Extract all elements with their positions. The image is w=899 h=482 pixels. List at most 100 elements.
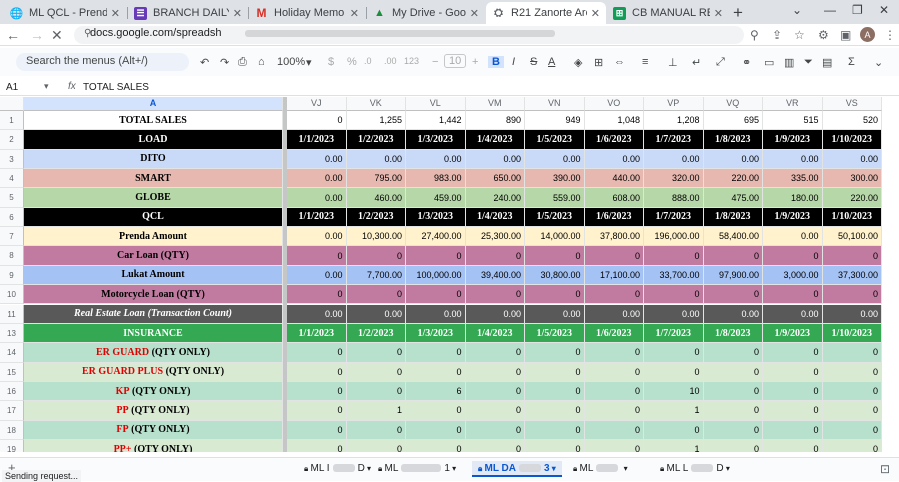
row-header[interactable]: 17 (0, 401, 24, 421)
browser-tab[interactable]: ▲ My Drive - Google Dr ✕ (367, 2, 485, 24)
data-cell[interactable]: 0 (763, 362, 823, 382)
row-header[interactable]: 1 (0, 111, 24, 131)
data-cell[interactable]: 1/1/2023 (287, 207, 347, 228)
data-cell[interactable]: 0.00 (287, 227, 347, 247)
data-cell[interactable]: 1/2/2023 (346, 207, 406, 228)
row-header[interactable]: 10 (0, 285, 24, 305)
zoom-select[interactable]: 100% (277, 56, 305, 68)
column-header[interactable]: VO (584, 97, 644, 111)
chevron-down-icon[interactable]: ▾ (550, 464, 556, 473)
data-cell[interactable]: 1/5/2023 (525, 130, 585, 150)
data-cell[interactable]: 220.00 (822, 188, 882, 208)
sheet-tab[interactable]: 🔒︎ ML 1 ▾ (378, 463, 456, 474)
data-cell[interactable]: 0.00 (406, 304, 466, 324)
data-cell[interactable]: 0 (763, 401, 823, 421)
data-cell[interactable]: 0 (465, 439, 525, 452)
data-cell[interactable]: 460.00 (346, 188, 406, 208)
data-cell[interactable]: 0 (346, 343, 406, 363)
row-label-cell[interactable]: QCL (24, 207, 283, 228)
data-cell[interactable]: 240.00 (465, 188, 525, 208)
data-cell[interactable]: 0.00 (763, 227, 823, 247)
data-cell[interactable]: 0 (287, 381, 347, 402)
data-cell[interactable]: 949 (525, 111, 585, 131)
search-menus-input[interactable]: Search the menus (Alt+/) (16, 53, 189, 71)
data-cell[interactable]: 37,800.00 (584, 227, 644, 247)
data-cell[interactable]: 0 (822, 246, 882, 266)
data-cell[interactable]: 1/6/2023 (584, 130, 644, 150)
row-header[interactable]: 18 (0, 420, 24, 440)
data-cell[interactable]: 300.00 (822, 169, 882, 189)
row-header[interactable]: 16 (0, 381, 24, 402)
data-cell[interactable]: 0.00 (287, 149, 347, 170)
zoom-icon[interactable]: ⚲ (750, 28, 759, 42)
data-cell[interactable]: 0 (287, 362, 347, 382)
sheet-tab-active[interactable]: 🔒︎ ML DA 3 ▾ (472, 461, 562, 477)
data-cell[interactable]: 1/7/2023 (644, 130, 704, 150)
data-cell[interactable]: 0.00 (584, 149, 644, 170)
data-cell[interactable]: 1/6/2023 (584, 323, 644, 344)
formula-input[interactable]: TOTAL SALES (83, 82, 149, 93)
data-cell[interactable]: 0.00 (822, 304, 882, 324)
fill-color-icon[interactable]: ◈ (574, 56, 582, 69)
data-cell[interactable]: 650.00 (465, 169, 525, 189)
chevron-down-icon[interactable]: ▾ (450, 464, 456, 473)
data-cell[interactable]: 1 (644, 401, 704, 421)
redo-icon[interactable]: ↷ (220, 56, 229, 69)
data-cell[interactable]: 0.00 (287, 188, 347, 208)
row-header[interactable]: 11 (0, 304, 24, 324)
data-cell[interactable]: 1/8/2023 (703, 207, 763, 228)
bookmark-star-icon[interactable]: ☆ (794, 28, 805, 42)
data-cell[interactable]: 180.00 (763, 188, 823, 208)
row-header[interactable]: 19 (0, 439, 24, 452)
data-cell[interactable]: 0.00 (644, 149, 704, 170)
data-cell[interactable]: 983.00 (406, 169, 466, 189)
decrease-decimal-button[interactable]: .0 (364, 56, 372, 66)
data-cell[interactable]: 1/8/2023 (703, 323, 763, 344)
data-cell[interactable]: 1/1/2023 (287, 323, 347, 344)
row-label-cell[interactable]: KP (QTY ONLY) (24, 381, 283, 402)
data-cell[interactable]: 1/2/2023 (346, 323, 406, 344)
data-cell[interactable]: 695 (703, 111, 763, 131)
column-header-a[interactable]: A (24, 97, 283, 111)
data-cell[interactable]: 1/3/2023 (406, 207, 466, 228)
browser-tab[interactable]: 🌐 ML QCL - Prenda ✕ (4, 2, 126, 24)
data-cell[interactable]: 1 (644, 439, 704, 452)
font-size-input[interactable]: 10 (444, 54, 467, 68)
data-cell[interactable]: 440.00 (584, 169, 644, 189)
font-size-increase-icon[interactable]: + (472, 56, 478, 68)
row-header[interactable]: 9 (0, 265, 24, 286)
data-cell[interactable]: 58,400.00 (703, 227, 763, 247)
data-cell[interactable]: 1/7/2023 (644, 323, 704, 344)
extensions-icon[interactable]: ⚙ (818, 28, 829, 42)
data-cell[interactable]: 520 (822, 111, 882, 131)
data-cell[interactable]: 0 (703, 246, 763, 266)
data-cell[interactable]: 0.00 (763, 149, 823, 170)
data-cell[interactable]: 1,442 (406, 111, 466, 131)
data-cell[interactable]: 1 (346, 401, 406, 421)
data-cell[interactable]: 0 (584, 285, 644, 305)
data-cell[interactable]: 10,300.00 (346, 227, 406, 247)
data-cell[interactable]: 0 (703, 343, 763, 363)
data-cell[interactable]: 0 (584, 420, 644, 440)
data-cell[interactable]: 1/1/2023 (287, 130, 347, 150)
data-cell[interactable]: 1/10/2023 (822, 323, 882, 344)
data-cell[interactable]: 0 (287, 111, 347, 131)
italic-icon[interactable]: I (512, 56, 515, 68)
data-cell[interactable]: 1/8/2023 (703, 130, 763, 150)
print-icon[interactable]: ⎙ (238, 56, 247, 69)
text-color-icon[interactable]: A (548, 56, 555, 68)
sheet-tab[interactable]: 🔒︎ ML ID ▾ (304, 463, 371, 474)
data-cell[interactable]: 0 (703, 285, 763, 305)
data-cell[interactable]: 0 (822, 362, 882, 382)
column-header[interactable]: VQ (703, 97, 763, 111)
data-cell[interactable]: 0 (525, 420, 585, 440)
data-cell[interactable]: 0 (287, 246, 347, 266)
link-icon[interactable]: ⚭ (742, 56, 751, 69)
undo-icon[interactable]: ↶ (200, 56, 209, 69)
row-header[interactable]: 13 (0, 323, 24, 344)
data-cell[interactable]: 0 (584, 362, 644, 382)
data-cell[interactable]: 515 (763, 111, 823, 131)
row-label-cell[interactable]: Car Loan (QTY) (24, 246, 283, 266)
data-cell[interactable]: 1/5/2023 (525, 323, 585, 344)
data-cell[interactable]: 0 (287, 285, 347, 305)
